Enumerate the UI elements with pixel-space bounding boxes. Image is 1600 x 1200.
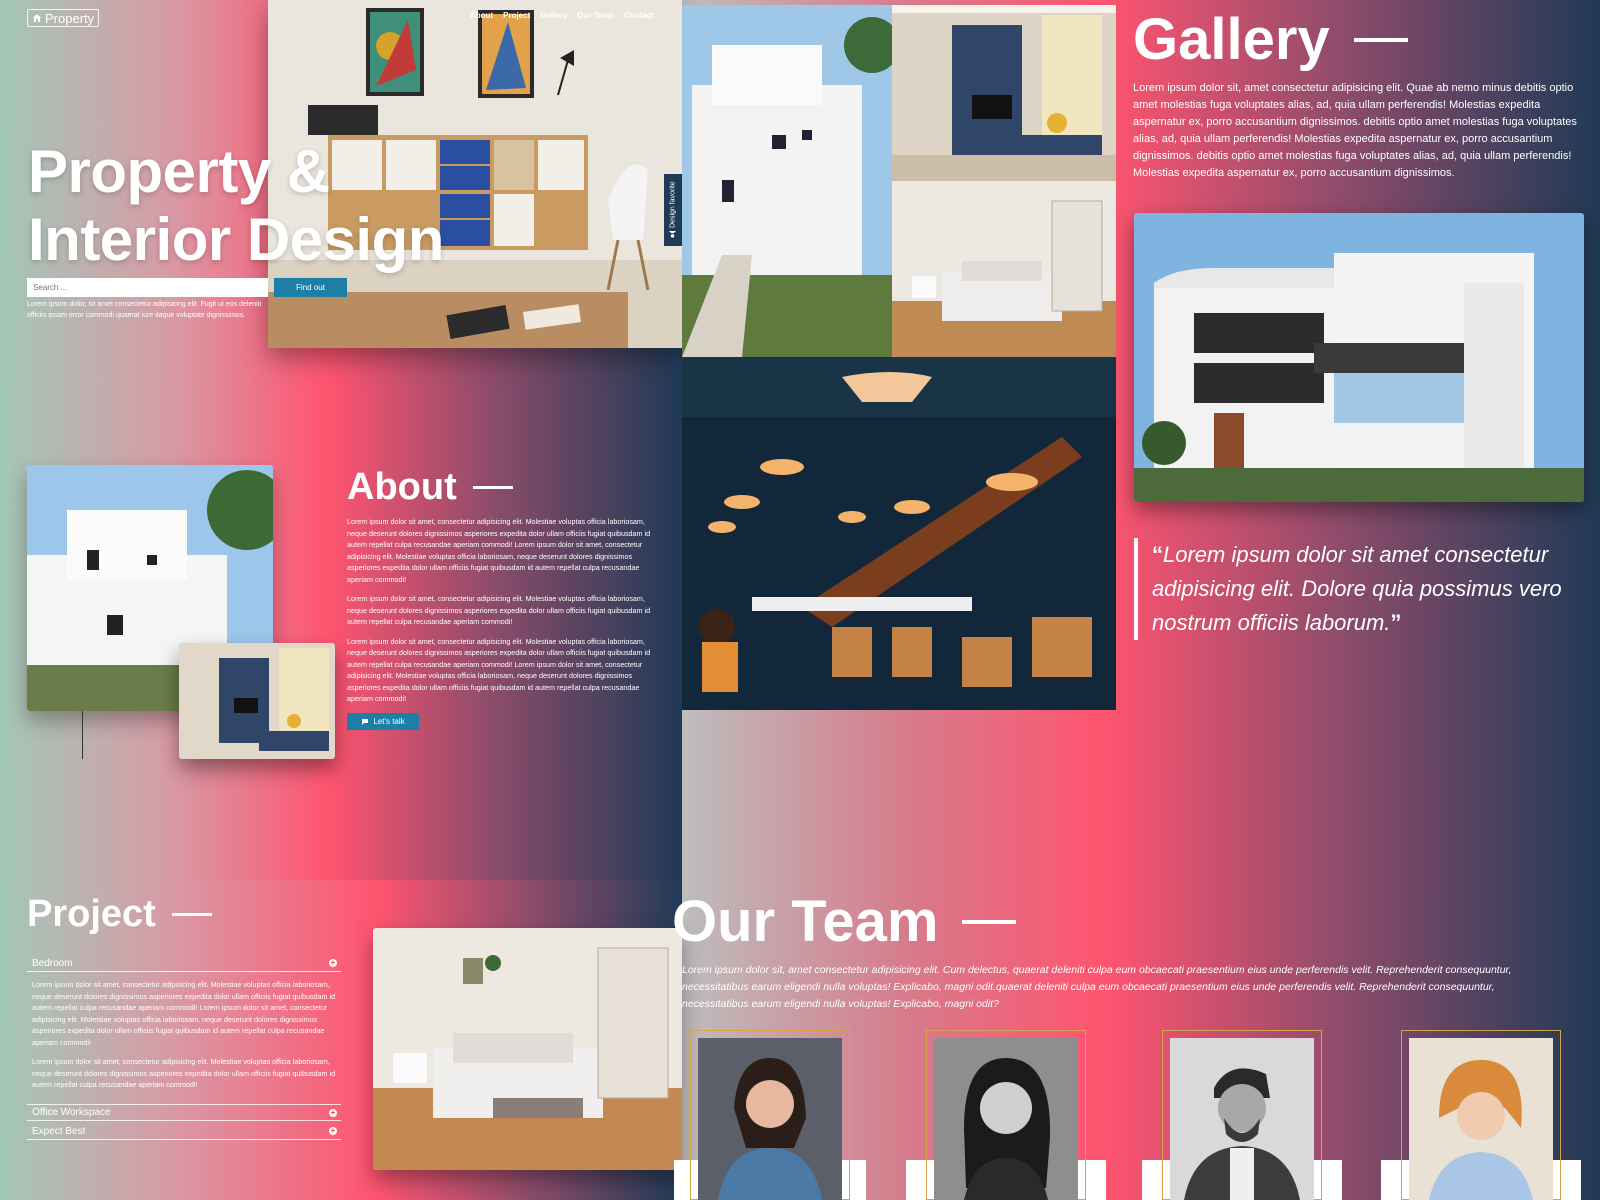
gallery-image-white-house bbox=[682, 5, 892, 357]
about-decor-line bbox=[82, 711, 83, 759]
project-heading: Project bbox=[27, 893, 212, 936]
team-title-dash bbox=[962, 919, 1017, 924]
about-title: About bbox=[347, 466, 457, 508]
quote-text: Lorem ipsum dolor sit amet consectetur a… bbox=[1152, 542, 1562, 635]
gallery-image-living-room bbox=[892, 5, 1116, 181]
accordion-label: Expect Best bbox=[32, 1125, 86, 1137]
accordion-label: Office Workspace bbox=[32, 1107, 111, 1118]
project-paragraph: Lorem ipsum dolor sit amet, consectetur … bbox=[32, 1057, 336, 1089]
hero-title-line2: Interior Design bbox=[28, 206, 444, 273]
gallery-image-modern-house bbox=[1134, 213, 1584, 502]
design-favorite-tab[interactable]: Design favorite bbox=[664, 174, 682, 246]
accordion-expect-best[interactable]: Expect Best + bbox=[27, 1123, 341, 1140]
team-member-card[interactable] bbox=[906, 1030, 1106, 1200]
hero-title: Property & Interior Design bbox=[28, 138, 444, 274]
nav-our-team[interactable]: Our Team bbox=[577, 11, 614, 20]
gallery-title: Gallery bbox=[1133, 7, 1330, 72]
quote-close-icon: ” bbox=[1390, 610, 1402, 635]
team-heading: Our Team bbox=[672, 888, 1017, 955]
team-member-photo bbox=[698, 1038, 842, 1200]
lets-talk-button[interactable]: Let's talk bbox=[347, 713, 419, 730]
chat-icon bbox=[362, 718, 369, 725]
home-icon bbox=[33, 14, 41, 22]
team-member-photo bbox=[934, 1038, 1078, 1200]
team-member-card[interactable] bbox=[1381, 1030, 1581, 1200]
gallery-text: Lorem ipsum dolor sit, amet consectetur … bbox=[1133, 82, 1577, 179]
gallery-title-dash bbox=[1353, 37, 1408, 42]
about-paragraph: Lorem ipsum dolor sit amet, consectetur … bbox=[347, 594, 651, 626]
brand-name: Property bbox=[45, 10, 95, 26]
plus-icon: + bbox=[329, 1126, 337, 1135]
team-text: Lorem ipsum dolor sit, amet consectetur … bbox=[682, 964, 1512, 1010]
team-member-card[interactable] bbox=[674, 1030, 866, 1200]
gallery-quote: “Lorem ipsum dolor sit amet consectetur … bbox=[1134, 538, 1574, 640]
gallery-heading: Gallery bbox=[1133, 6, 1408, 73]
gallery-image-bedroom-small bbox=[892, 181, 1116, 357]
gallery-image-restaurant bbox=[682, 357, 1116, 710]
about-body: Lorem ipsum dolor sit amet, consectetur … bbox=[347, 516, 655, 705]
brand-logo[interactable]: Property bbox=[27, 9, 100, 27]
about-image-living-room bbox=[179, 643, 335, 759]
about-heading: About bbox=[347, 466, 513, 509]
project-paragraph: Lorem ipsum dolor sit amet, consectetur … bbox=[32, 980, 336, 1047]
accordion-bedroom[interactable]: Bedroom + bbox=[27, 955, 341, 972]
quote-open-icon: “ bbox=[1152, 542, 1163, 567]
plus-icon: + bbox=[329, 1107, 337, 1117]
about-paragraph: Lorem ipsum dolor sit amet, consectetur … bbox=[347, 636, 651, 704]
find-out-button[interactable]: Find out bbox=[274, 278, 347, 297]
user-icon bbox=[669, 231, 677, 238]
design-favorite-label: Design favorite bbox=[669, 181, 677, 229]
accordion-bedroom-body: Lorem ipsum dolor sit amet, consectetur … bbox=[32, 979, 336, 1091]
nav-project[interactable]: Project bbox=[503, 11, 530, 20]
lets-talk-label: Let's talk bbox=[373, 717, 405, 726]
nav-contact[interactable]: Contact bbox=[624, 11, 654, 20]
nav-about[interactable]: About bbox=[470, 11, 493, 20]
about-paragraph: Lorem ipsum dolor sit amet, consectetur … bbox=[347, 517, 651, 584]
about-title-dash bbox=[472, 486, 513, 489]
project-title-dash bbox=[171, 913, 212, 916]
hero-subtext: Lorem ipsum dolor, sit amet consectetur … bbox=[27, 301, 262, 319]
team-member-photo bbox=[1170, 1038, 1314, 1200]
team-member-photo bbox=[1409, 1038, 1553, 1200]
hero-title-line1: Property & bbox=[28, 138, 330, 205]
plus-icon: + bbox=[329, 958, 337, 967]
search-input[interactable] bbox=[27, 278, 268, 297]
main-nav: About Project Gallery Our Team Contact bbox=[470, 11, 654, 20]
accordion-label: Bedroom bbox=[32, 957, 73, 969]
project-image-bedroom bbox=[373, 928, 682, 1170]
nav-gallery[interactable]: Gallery bbox=[540, 11, 567, 20]
team-member-card[interactable] bbox=[1142, 1030, 1342, 1200]
team-title: Our Team bbox=[672, 889, 939, 954]
accordion-office-workspace[interactable]: Office Workspace + bbox=[27, 1104, 341, 1121]
project-title: Project bbox=[27, 893, 156, 935]
